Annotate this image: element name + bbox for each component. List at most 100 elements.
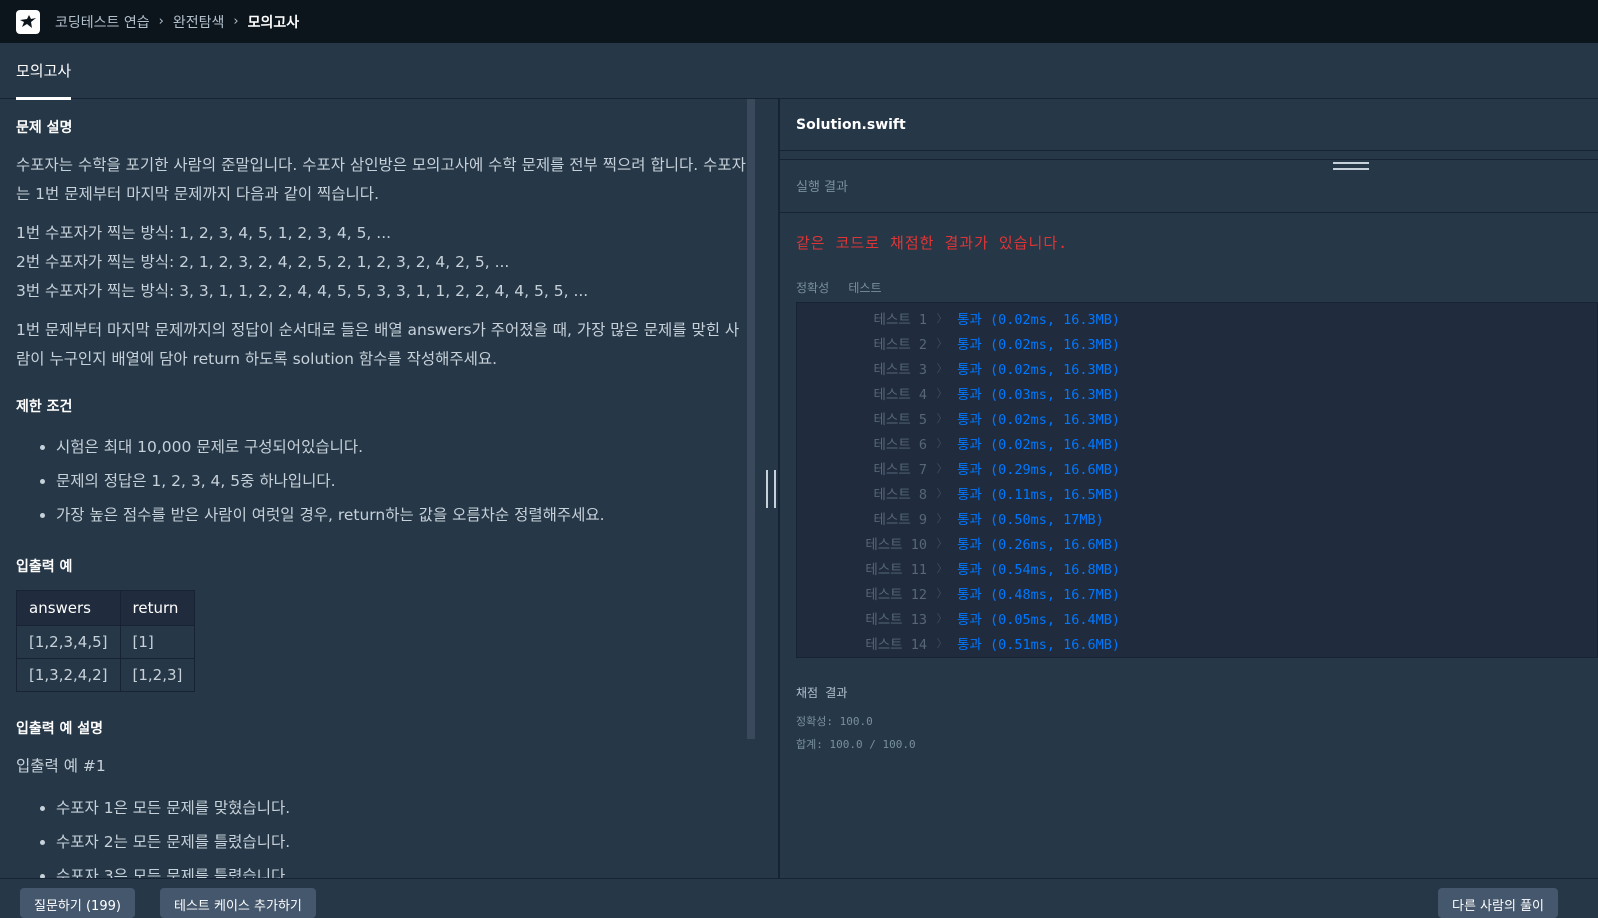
- duplicate-result-warning: 같은 코드로 채점한 결과가 있습니다.: [796, 234, 1069, 252]
- test-result: 통과 (0.29ms, 16.6MB): [957, 461, 1121, 478]
- list-item: 수포자 2는 모든 문제를 틀렸습니다.: [56, 825, 746, 859]
- test-result: 통과 (0.51ms, 16.6MB): [957, 636, 1121, 653]
- result-category: 정확성 테스트: [796, 279, 1598, 296]
- chevron-right-icon: 〉: [936, 536, 948, 550]
- test-name: 테스트 4: [873, 386, 927, 403]
- chevron-right-icon: 〉: [936, 336, 948, 350]
- io-description-list: 수포자 1은 모든 문제를 맞혔습니다. 수포자 2는 모든 문제를 틀렸습니다…: [16, 791, 746, 878]
- tab-bar: 모의고사: [0, 43, 1598, 100]
- section-heading-constraints: 제한 조건: [16, 399, 73, 415]
- section-heading-io-example: 입출력 예: [16, 559, 73, 575]
- result-header: 실행 결과: [780, 159, 1598, 213]
- panel-resize-handle[interactable]: [766, 470, 776, 508]
- test-name: 테스트 9: [873, 511, 927, 528]
- chevron-right-icon: 〉: [936, 386, 948, 400]
- question-button[interactable]: 질문하기 (199): [20, 888, 135, 918]
- test-result: 통과 (0.02ms, 16.3MB): [957, 361, 1121, 378]
- test-name: 테스트 12: [865, 586, 927, 603]
- test-result-row: 테스트 13 〉 통과 (0.05ms, 16.4MB): [797, 605, 1597, 630]
- test-result: 통과 (0.54ms, 16.8MB): [957, 561, 1121, 578]
- table-cell: [1]: [119, 625, 196, 659]
- chevron-right-icon: 〉: [936, 461, 948, 475]
- test-result-row: 테스트 3 〉 통과 (0.02ms, 16.3MB): [797, 355, 1597, 380]
- category-test-label: 테스트: [848, 281, 882, 295]
- description-scrollbar[interactable]: [747, 99, 755, 739]
- chevron-right-icon: 〉: [936, 511, 948, 525]
- test-results-list: 테스트 1 〉 통과 (0.02ms, 16.3MB) 테스트 2 〉 통과 (0.02m…: [796, 302, 1598, 658]
- chevron-right-icon: ›: [233, 14, 239, 29]
- test-result-row: 테스트 2 〉 통과 (0.02ms, 16.3MB): [797, 330, 1597, 355]
- chevron-right-icon: 〉: [936, 636, 948, 650]
- test-name: 테스트 11: [865, 561, 927, 578]
- chevron-right-icon: 〉: [936, 561, 948, 575]
- constraints-list: 시험은 최대 10,000 문제로 구성되어있습니다. 문제의 정답은 1, 2…: [16, 430, 746, 532]
- score-summary: 채점 결과 정확성: 100.0 합계: 100.0 / 100.0: [796, 684, 1598, 752]
- editor-filename: Solution.swift: [780, 99, 1598, 151]
- section-heading-description: 문제 설명: [16, 120, 73, 136]
- table-header-row: answers return: [16, 590, 196, 626]
- table-cell: [1,3,2,4,2]: [16, 658, 121, 692]
- chevron-right-icon: 〉: [936, 486, 948, 500]
- top-navigation: 코딩테스트 연습 › 완전탐색 › 모의고사: [0, 0, 1598, 43]
- list-item: 수포자 1은 모든 문제를 맞혔습니다.: [56, 791, 746, 825]
- chevron-right-icon: ›: [158, 14, 164, 29]
- test-result: 통과 (0.03ms, 16.3MB): [957, 386, 1121, 403]
- test-result: 통과 (0.02ms, 16.4MB): [957, 436, 1121, 453]
- vertical-resize-handle[interactable]: [1333, 162, 1369, 170]
- bottom-action-bar: 질문하기 (199) 테스트 케이스 추가하기 다른 사람의 풀이: [0, 878, 1598, 918]
- breadcrumb: 코딩테스트 연습 › 완전탐색 › 모의고사: [55, 12, 299, 32]
- test-result-row: 테스트 8 〉 통과 (0.11ms, 16.5MB): [797, 480, 1597, 505]
- pattern-line: 1번 수포자가 찍는 방식: 1, 2, 3, 4, 5, 1, 2, 3, 4…: [16, 224, 392, 242]
- test-result-row: 테스트 12 〉 통과 (0.48ms, 16.7MB): [797, 580, 1597, 605]
- test-result: 통과 (0.50ms, 17MB): [957, 511, 1104, 528]
- test-result: 통과 (0.05ms, 16.4MB): [957, 611, 1121, 628]
- chevron-right-icon: 〉: [936, 311, 948, 325]
- table-row: [1,3,2,4,2] [1,2,3]: [16, 658, 196, 692]
- test-result-row: 테스트 4 〉 통과 (0.03ms, 16.3MB): [797, 380, 1597, 405]
- test-result-row: 테스트 6 〉 통과 (0.02ms, 16.4MB): [797, 430, 1597, 455]
- list-item: 가장 높은 점수를 받은 사람이 여럿일 경우, return하는 값을 오름차…: [56, 498, 746, 532]
- test-result-row: 테스트 7 〉 통과 (0.29ms, 16.6MB): [797, 455, 1597, 480]
- chevron-right-icon: 〉: [936, 611, 948, 625]
- test-result: 통과 (0.02ms, 16.3MB): [957, 336, 1121, 353]
- test-name: 테스트 2: [873, 336, 927, 353]
- test-name: 테스트 5: [873, 411, 927, 428]
- test-result-row: 테스트 11 〉 통과 (0.54ms, 16.8MB): [797, 555, 1597, 580]
- table-cell: [1,2,3,4,5]: [16, 625, 121, 659]
- table-header: answers: [16, 590, 121, 626]
- test-result-row: 테스트 9 〉 통과 (0.50ms, 17MB): [797, 505, 1597, 530]
- pattern-line: 2번 수포자가 찍는 방식: 2, 1, 2, 3, 2, 4, 2, 5, 2…: [16, 253, 510, 271]
- test-result: 통과 (0.02ms, 16.3MB): [957, 311, 1121, 328]
- score-accuracy: 정확성: 100.0: [796, 715, 873, 728]
- test-result: 통과 (0.26ms, 16.6MB): [957, 536, 1121, 553]
- add-testcase-button[interactable]: 테스트 케이스 추가하기: [160, 888, 316, 918]
- test-name: 테스트 8: [873, 486, 927, 503]
- io-example-subheading: 입출력 예 #1: [16, 757, 106, 775]
- problem-description-panel: 문제 설명 수포자는 수학을 포기한 사람의 준말입니다. 수포자 삼인방은 모…: [0, 99, 762, 878]
- result-output: 같은 코드로 채점한 결과가 있습니다. 정확성 테스트 테스트 1 〉 통과 (0…: [796, 232, 1598, 759]
- test-result: 통과 (0.48ms, 16.7MB): [957, 586, 1121, 603]
- test-result-row: 테스트 5 〉 통과 (0.02ms, 16.3MB): [797, 405, 1597, 430]
- section-heading-io-description: 입출력 예 설명: [16, 721, 104, 737]
- test-result-row: 테스트 10 〉 통과 (0.26ms, 16.6MB): [797, 530, 1597, 555]
- score-total: 합계: 100.0 / 100.0: [796, 738, 916, 751]
- test-result: 통과 (0.02ms, 16.3MB): [957, 411, 1121, 428]
- problem-paragraph: 수포자는 수학을 포기한 사람의 준말입니다. 수포자 삼인방은 모의고사에 수…: [16, 156, 746, 203]
- test-result-row: 테스트 14 〉 통과 (0.51ms, 16.6MB): [797, 630, 1597, 655]
- programmers-logo-icon[interactable]: [16, 9, 40, 34]
- chevron-right-icon: 〉: [936, 411, 948, 425]
- test-name: 테스트 13: [865, 611, 927, 628]
- tab-problem[interactable]: 모의고사: [16, 60, 72, 100]
- others-solutions-button[interactable]: 다른 사람의 풀이: [1438, 888, 1558, 918]
- score-title: 채점 결과: [796, 686, 848, 700]
- test-name: 테스트 6: [873, 436, 927, 453]
- breadcrumb-item-coding-test[interactable]: 코딩테스트 연습: [55, 12, 150, 32]
- chevron-right-icon: 〉: [936, 361, 948, 375]
- test-name: 테스트 7: [873, 461, 927, 478]
- breadcrumb-item-category[interactable]: 완전탐색: [173, 12, 225, 32]
- category-accuracy-label: 정확성: [796, 281, 830, 295]
- test-name: 테스트 10: [865, 536, 927, 553]
- editor-panel: Solution.swift 실행 결과 같은 코드로 채점한 결과가 있습니다…: [780, 99, 1598, 878]
- test-result-row: 테스트 1 〉 통과 (0.02ms, 16.3MB): [797, 305, 1597, 330]
- list-item: 문제의 정답은 1, 2, 3, 4, 5중 하나입니다.: [56, 464, 746, 498]
